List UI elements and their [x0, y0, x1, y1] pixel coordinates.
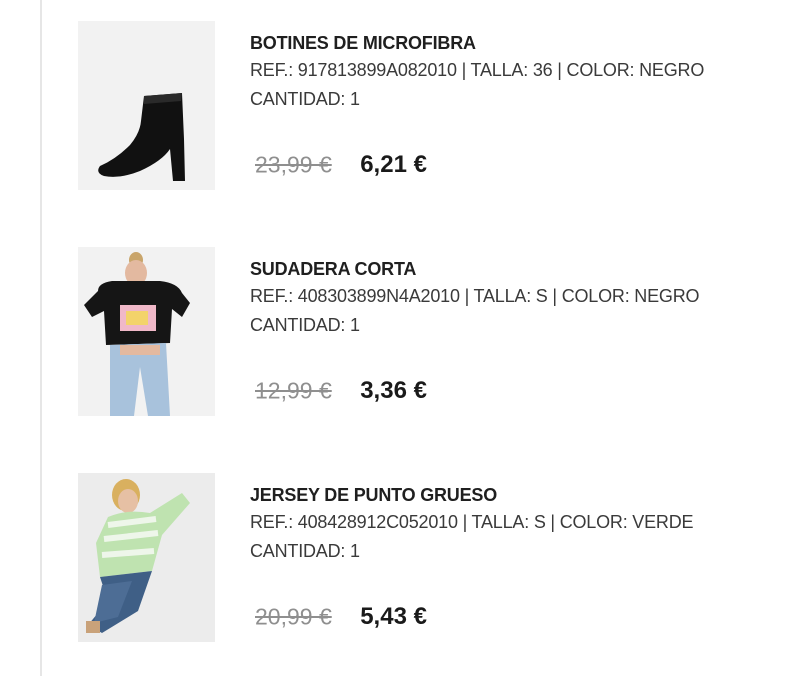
product-info: BOTINES DE MICROFIBRA REF.: 917813899A08…	[250, 31, 770, 113]
ankle-boot-icon	[78, 21, 215, 190]
original-price: 12,99 €	[255, 377, 332, 404]
order-items-page: BOTINES DE MICROFIBRA REF.: 917813899A08…	[0, 0, 787, 676]
product-info: SUDADERA CORTA REF.: 408303899N4A2010 | …	[250, 257, 770, 339]
product-name[interactable]: JERSEY DE PUNTO GRUESO	[250, 483, 770, 507]
product-name[interactable]: SUDADERA CORTA	[250, 257, 770, 281]
product-quantity: CANTIDAD: 1	[250, 541, 360, 561]
sale-price: 6,21 €	[360, 151, 427, 178]
price-block: 12,99 € 3,36 €	[255, 377, 427, 411]
product-image[interactable]	[78, 247, 215, 416]
product-ref: REF.: 917813899A082010 | TALLA: 36 | COL…	[250, 60, 705, 80]
product-quantity: CANTIDAD: 1	[250, 89, 360, 109]
price-block: 23,99 € 6,21 €	[255, 151, 427, 185]
price-block: 20,99 € 5,43 €	[255, 603, 427, 637]
product-quantity: CANTIDAD: 1	[250, 315, 360, 335]
product-ref: REF.: 408428912C052010 | TALLA: S | COLO…	[250, 512, 694, 532]
product-info: JERSEY DE PUNTO GRUESO REF.: 408428912C0…	[250, 483, 770, 565]
original-price: 23,99 €	[255, 151, 332, 178]
list-item: SUDADERA CORTA REF.: 408303899N4A2010 | …	[0, 247, 787, 419]
product-image[interactable]	[78, 21, 215, 190]
sale-price: 3,36 €	[360, 377, 427, 404]
product-ref: REF.: 408303899N4A2010 | TALLA: S | COLO…	[250, 286, 700, 306]
list-item: BOTINES DE MICROFIBRA REF.: 917813899A08…	[0, 21, 787, 193]
cropped-sweatshirt-model-icon	[78, 247, 215, 416]
product-image[interactable]	[78, 473, 215, 642]
sale-price: 5,43 €	[360, 603, 427, 630]
product-name[interactable]: BOTINES DE MICROFIBRA	[250, 31, 770, 55]
list-item: JERSEY DE PUNTO GRUESO REF.: 408428912C0…	[0, 473, 787, 645]
knit-sweater-model-icon	[78, 473, 215, 642]
original-price: 20,99 €	[255, 603, 332, 630]
